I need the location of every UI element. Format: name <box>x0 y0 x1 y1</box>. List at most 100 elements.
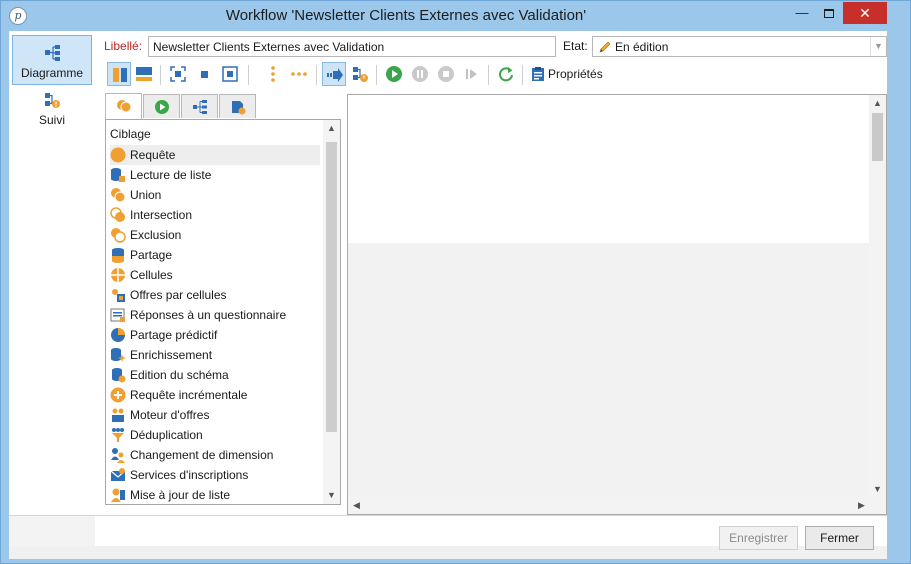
palette-item-mise-a-jour-liste[interactable]: Mise à jour de liste <box>110 485 320 505</box>
horizontal-layout-button[interactable] <box>132 62 156 86</box>
scroll-thumb[interactable] <box>872 113 883 161</box>
palette-item-services-inscriptions[interactable]: Services d'inscriptions <box>110 465 320 485</box>
refresh-icon <box>499 67 513 82</box>
close-button[interactable]: Fermer <box>805 526 874 550</box>
intersection-icon <box>110 207 125 222</box>
workflow-canvas[interactable]: ▲ ▼ ◀ ▶ <box>347 94 887 515</box>
nav-item-suivi[interactable]: Suivi <box>12 83 92 133</box>
tab-targeting[interactable] <box>105 93 142 119</box>
stop-square-icon <box>201 71 208 78</box>
canvas-band <box>348 243 870 498</box>
save-button[interactable]: Enregistrer <box>719 526 798 550</box>
palette-item-union[interactable]: Union <box>110 185 320 205</box>
palette-item-label: Intersection <box>130 208 193 222</box>
palette-item-label: Requête incrémentale <box>130 388 248 402</box>
incremental-query-icon <box>110 387 126 403</box>
scroll-left-icon[interactable]: ◀ <box>348 497 365 514</box>
scroll-up-icon[interactable]: ▲ <box>869 95 886 112</box>
scroll-thumb[interactable] <box>326 142 337 432</box>
zoom-selection-icon <box>222 66 238 82</box>
zoom-selection-button[interactable] <box>218 62 242 86</box>
palette-item-exclusion[interactable]: Exclusion <box>110 225 320 245</box>
palette-item-label: Requête <box>130 148 176 162</box>
palette-item-partage[interactable]: Partage <box>110 245 320 265</box>
cells-icon <box>111 268 125 282</box>
schema-edit-icon <box>112 368 126 383</box>
scroll-down-icon[interactable]: ▼ <box>323 487 340 504</box>
nav-item-diagramme[interactable]: Diagramme <box>12 35 92 85</box>
window-title: Workflow 'Newsletter Clients Externes av… <box>225 7 587 24</box>
palette-item-label: Mise à jour de liste <box>130 488 231 502</box>
split-icon <box>112 248 124 263</box>
nav-item-label: Diagramme <box>20 66 83 80</box>
palette-item-label: Services d'inscriptions <box>130 468 249 482</box>
events-tab-icon <box>232 101 246 115</box>
palette-item-changement-dimension[interactable]: Changement de dimension <box>110 445 320 465</box>
refresh-button[interactable] <box>494 62 518 86</box>
union-icon <box>111 188 126 203</box>
pause-button[interactable] <box>408 62 432 86</box>
palette-item-offres-cellules[interactable]: Offres par cellules <box>110 285 320 305</box>
palette-item-cellules[interactable]: Cellules <box>110 265 320 285</box>
properties-icon <box>532 67 544 81</box>
palette-scrollbar[interactable]: ▲ ▼ <box>323 120 340 504</box>
stop-square-button[interactable] <box>192 62 216 86</box>
toolbar-separator <box>248 65 249 85</box>
zoom-fit-button[interactable] <box>166 62 190 86</box>
palette-item-label: Exclusion <box>130 228 182 242</box>
horizontal-dots-button[interactable] <box>287 62 311 86</box>
maximize-button[interactable] <box>816 2 842 24</box>
next-button[interactable] <box>460 62 484 86</box>
activity-palette: Ciblage Requête Lecture de liste Union I… <box>105 119 341 505</box>
palette-item-label: Changement de dimension <box>130 448 274 462</box>
deduplication-icon <box>112 428 124 442</box>
tab-actions[interactable] <box>181 94 218 118</box>
palette-item-enrichissement[interactable]: Enrichissement <box>110 345 320 365</box>
palette-item-label: Offres par cellules <box>130 288 227 302</box>
pause-icon <box>412 66 428 82</box>
toolbar-separator <box>522 65 523 85</box>
minimize-button[interactable]: — <box>789 2 815 24</box>
etat-select[interactable]: En édition ▼ <box>592 36 887 57</box>
palette-item-label: Moteur d'offres <box>130 408 210 422</box>
flow-control-tab-icon <box>155 100 169 114</box>
change-dimension-icon <box>111 448 125 463</box>
canvas-vertical-scrollbar[interactable]: ▲ ▼ <box>869 95 886 498</box>
tab-flow-control[interactable] <box>143 94 180 118</box>
pencil-icon <box>599 41 611 53</box>
vertical-dots-button[interactable] <box>261 62 285 86</box>
palette-item-reponses-questionnaire[interactable]: Réponses à un questionnaire <box>110 305 320 325</box>
activity-warning-icon <box>353 67 368 82</box>
scroll-down-icon[interactable]: ▼ <box>869 481 886 498</box>
palette-item-edition-schema[interactable]: Edition du schéma <box>110 365 320 385</box>
palette-item-deduplication[interactable]: Déduplication <box>110 425 320 445</box>
palette-item-requete-incrementale[interactable]: Requête incrémentale <box>110 385 320 405</box>
palette-item-lecture-liste[interactable]: Lecture de liste <box>110 165 320 185</box>
offers-by-cell-icon <box>112 289 125 302</box>
canvas-horizontal-scrollbar[interactable]: ◀ ▶ <box>348 497 870 514</box>
palette-item-intersection[interactable]: Intersection <box>110 205 320 225</box>
etat-label: Etat: <box>563 39 588 53</box>
scrollbar-corner <box>869 497 886 514</box>
zoom-fit-icon <box>170 66 186 82</box>
title-bar[interactable]: p Workflow 'Newsletter Clients Externes … <box>1 1 910 31</box>
chevron-down-icon[interactable]: ▼ <box>870 37 886 56</box>
properties-button[interactable]: Propriétés <box>528 62 608 86</box>
tab-events[interactable] <box>219 94 256 118</box>
scroll-right-icon[interactable]: ▶ <box>853 497 870 514</box>
palette-item-partage-predictif[interactable]: Partage prédictif <box>110 325 320 345</box>
palette-item-moteur-offres[interactable]: Moteur d'offres <box>110 405 320 425</box>
play-icon <box>386 66 402 82</box>
play-button[interactable] <box>382 62 406 86</box>
stop-button[interactable] <box>434 62 458 86</box>
close-window-button[interactable]: ✕ <box>843 2 887 24</box>
palette-section-title: Ciblage <box>110 127 151 141</box>
activity-warning-button[interactable] <box>348 62 372 86</box>
scroll-up-icon[interactable]: ▲ <box>323 120 340 137</box>
vertical-layout-button[interactable] <box>107 62 131 86</box>
etat-value: En édition <box>615 40 669 54</box>
step-arrow-button[interactable] <box>322 62 346 86</box>
palette-item-requete[interactable]: Requête <box>110 145 320 165</box>
libelle-input[interactable] <box>148 36 556 57</box>
horizontal-dots-icon <box>291 72 307 76</box>
